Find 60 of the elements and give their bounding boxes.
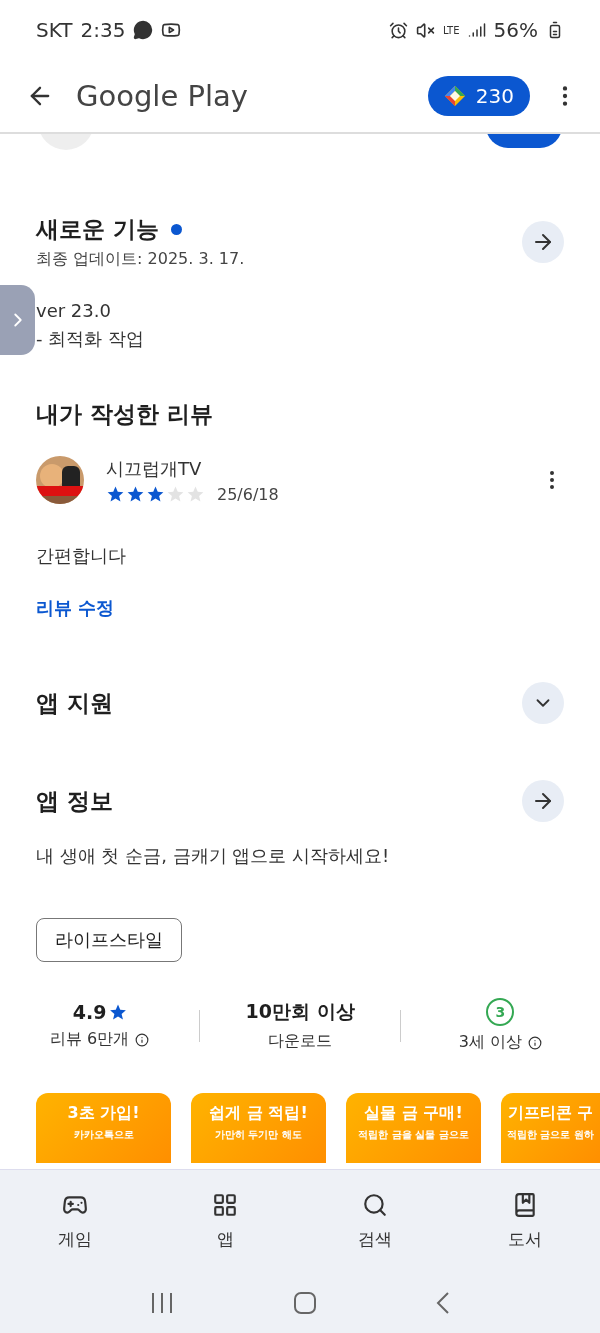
arrow-button[interactable] — [522, 780, 564, 822]
card-title: 실물 금 구매! — [364, 1103, 463, 1124]
section-title: 내가 작성한 리뷰 — [36, 400, 213, 429]
update-date: 최종 업데이트: 2025. 3. 17. — [36, 249, 245, 270]
star-icon — [166, 485, 185, 503]
video-icon — [161, 20, 182, 40]
card-title: 쉽게 금 적립! — [209, 1103, 308, 1124]
signal-icon — [467, 21, 486, 39]
edit-review-link[interactable]: 리뷰 수정 — [36, 597, 115, 618]
release-note: - 최적화 작업 — [36, 327, 145, 351]
carrier-text: SKT — [36, 18, 73, 42]
mute-icon — [415, 20, 435, 40]
arrow-button[interactable] — [522, 221, 564, 263]
card-subtitle: 가만히 두기만 해도 — [215, 1128, 302, 1142]
card-title: 기프티콘 구 — [507, 1103, 594, 1124]
stat-value: 10만회 이상 — [245, 999, 355, 1024]
clock-text: 2:35 — [80, 18, 126, 42]
reviewer-name: 시끄럽개TV — [106, 456, 203, 481]
info-icon[interactable] — [135, 1032, 150, 1047]
nav-tab[interactable]: 게임 — [0, 1170, 150, 1272]
card-subtitle: 카카오톡으로 — [73, 1128, 134, 1142]
network-text: LTE — [442, 24, 460, 36]
stat-label: 다운로드 — [268, 1031, 332, 1052]
stat-value: 4.9 — [72, 1001, 107, 1023]
card-title: 3초 가입! — [67, 1103, 140, 1124]
card-subtitle: 적립한 금으로 원하 — [507, 1128, 594, 1142]
star-icon — [108, 1003, 127, 1021]
side-panel-handle[interactable] — [0, 285, 35, 355]
home-icon[interactable] — [293, 1290, 317, 1315]
nav-tab[interactable]: 도서 — [450, 1170, 600, 1272]
book-icon — [512, 1191, 538, 1218]
review-text: 간편합니다 — [36, 544, 127, 568]
expand-button[interactable] — [522, 682, 564, 724]
star-icon — [126, 485, 145, 503]
section-title: 앱 지원 — [36, 688, 113, 718]
stat-label: 3세 이상 — [458, 1032, 522, 1053]
grid-icon — [212, 1191, 238, 1218]
battery-text: 56% — [493, 18, 538, 42]
diamond-icon — [443, 85, 466, 107]
category-chip[interactable]: 라이프스타일 — [36, 918, 182, 962]
review-date: 25/6/18 — [217, 484, 279, 504]
recent-apps-icon[interactable] — [149, 1291, 174, 1314]
stat-label: 리뷰 6만개 — [50, 1029, 130, 1050]
star-icon — [186, 485, 205, 503]
chat-icon — [133, 20, 154, 40]
star-icon — [106, 485, 125, 503]
section-title: 새로운 기능 — [36, 215, 159, 244]
nav-tab[interactable]: 검색 — [300, 1170, 450, 1272]
release-note: ver 23.0 — [36, 300, 112, 321]
app-title: Google Play — [76, 79, 249, 113]
alarm-icon — [388, 20, 408, 40]
star-icon — [146, 485, 165, 503]
search-icon — [362, 1191, 388, 1218]
section-title: 앱 정보 — [36, 786, 113, 816]
points-button[interactable]: 230 — [427, 76, 530, 116]
age-rating-badge: 3 — [486, 998, 515, 1026]
info-icon[interactable] — [527, 1035, 542, 1050]
card-subtitle: 적립한 금을 실물 금으로 — [358, 1128, 469, 1142]
nav-tab[interactable]: 앱 — [150, 1170, 300, 1272]
app-description: 내 생애 첫 순금, 금캐기 앱으로 시작하세요! — [36, 844, 391, 868]
